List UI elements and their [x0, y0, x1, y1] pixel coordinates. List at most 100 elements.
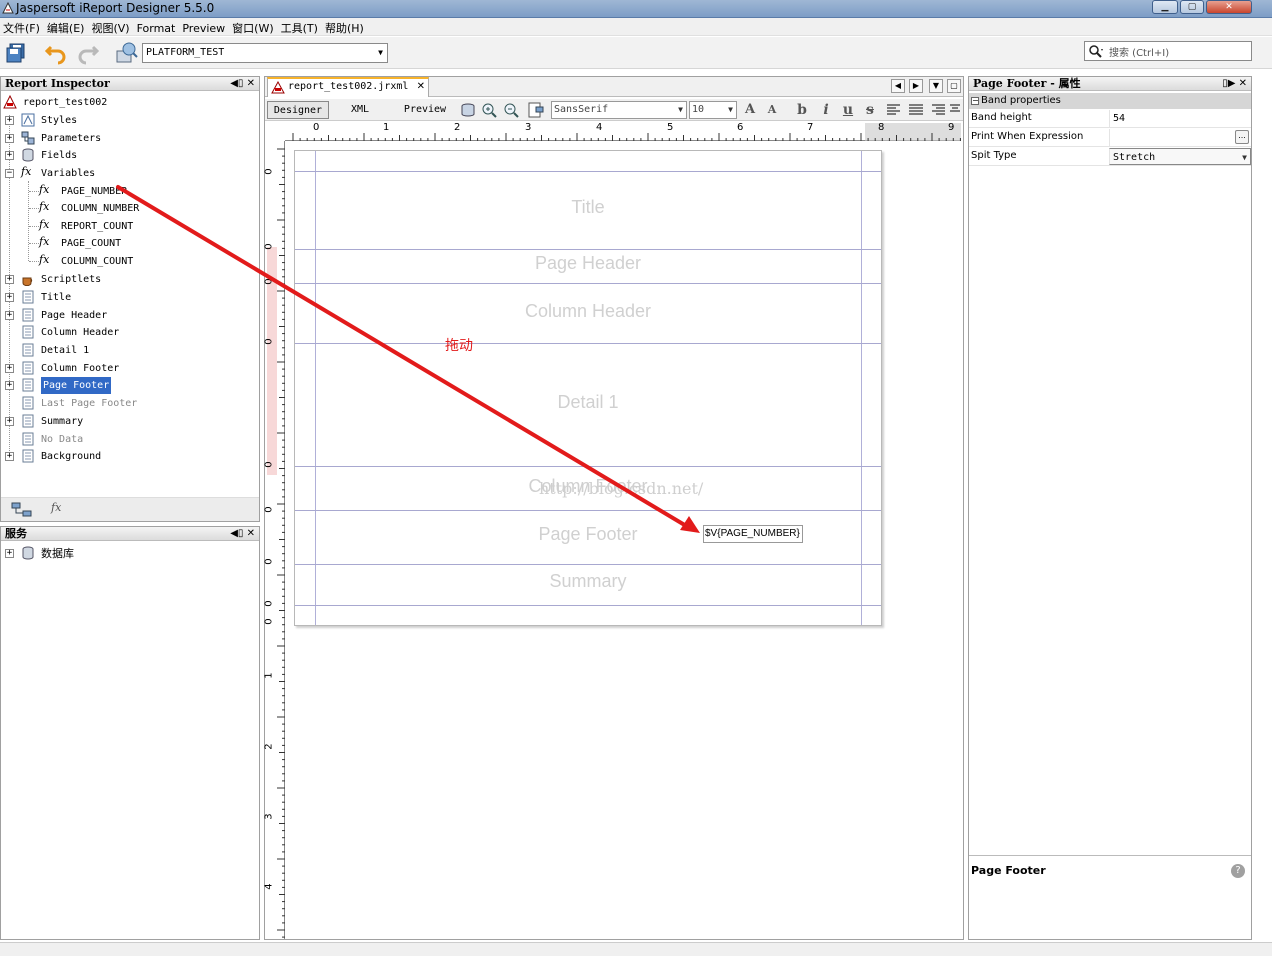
function-icon[interactable]: fx — [51, 501, 61, 514]
tree-label: PAGE_NUMBER — [61, 186, 128, 197]
search-input[interactable]: 搜索 (Ctrl+I) — [1084, 41, 1252, 61]
redo-icon[interactable] — [76, 41, 100, 65]
expand-icon[interactable]: + — [5, 293, 14, 302]
scroll-right-icon[interactable]: ▶ — [909, 79, 923, 93]
expand-icon[interactable]: + — [5, 134, 14, 143]
expand-icon[interactable]: + — [5, 275, 14, 284]
band-icon — [22, 325, 34, 339]
search-icon — [1089, 45, 1103, 58]
band-page-header: Page Header — [534, 253, 642, 273]
main-toolbar: PLATFORM_TEST ▼ 搜索 (Ctrl+I) — [0, 37, 1272, 69]
expand-icon[interactable]: + — [5, 311, 14, 320]
menu-help[interactable]: 帮助(H) — [322, 18, 368, 36]
ellipsis-button[interactable]: ... — [1235, 130, 1249, 144]
band-properties-category[interactable]: − Band properties — [969, 93, 1251, 109]
ruler-number: 0 — [313, 122, 320, 133]
band-separator[interactable] — [295, 249, 881, 250]
band-icon — [22, 290, 34, 304]
expand-icon[interactable]: + — [5, 417, 14, 426]
minimize-button[interactable]: ▁ — [1152, 0, 1178, 14]
design-canvas[interactable]: Title Page Header Column Header Detail 1… — [286, 142, 962, 939]
page-number-textfield[interactable]: $V{PAGE_NUMBER} — [703, 525, 803, 543]
panel-buttons[interactable]: ◀▯ ✕ — [230, 77, 255, 91]
close-button[interactable]: ✕ — [1206, 0, 1252, 14]
maximize-button[interactable]: ▢ — [1180, 0, 1204, 14]
font-family-select[interactable]: SansSerif ▼ — [551, 101, 687, 119]
band-separator[interactable] — [295, 466, 881, 467]
panel-buttons[interactable]: ▯▶ ✕ — [1222, 77, 1247, 91]
band-separator[interactable] — [295, 564, 881, 565]
panel-buttons[interactable]: ◀▯ ✕ — [230, 527, 255, 541]
tree-label: Column Header — [41, 327, 120, 338]
zoom-in-icon[interactable] — [481, 102, 499, 118]
save-all-icon[interactable] — [5, 41, 29, 65]
ruler-number: 0 — [263, 600, 275, 607]
band-separator — [295, 605, 881, 606]
datasource-icon[interactable] — [114, 41, 138, 65]
align-center-icon[interactable] — [949, 102, 961, 118]
align-justify-icon[interactable] — [907, 102, 925, 118]
band-separator[interactable] — [295, 510, 881, 511]
tree-line — [29, 208, 39, 209]
font-size-select[interactable]: 10 ▼ — [689, 101, 737, 119]
preview-icon[interactable] — [527, 102, 545, 118]
band-icon — [22, 361, 34, 375]
tab-preview[interactable]: Preview — [395, 101, 455, 119]
expand-icon[interactable]: + — [5, 116, 14, 125]
align-left-icon[interactable] — [885, 102, 903, 118]
styles-icon — [21, 113, 35, 127]
tab-xml[interactable]: XML — [335, 101, 385, 119]
band-height-value[interactable]: 54 — [1109, 110, 1251, 127]
prop-row-split-type[interactable]: Spit Type Stretch ▼ — [969, 148, 1251, 166]
bold-icon[interactable]: b — [793, 102, 811, 118]
report-page[interactable]: Title Page Header Column Header Detail 1… — [294, 150, 882, 626]
decrease-font-icon[interactable]: A — [763, 102, 781, 118]
services-title: 服务 — [5, 527, 27, 540]
connection-select[interactable]: PLATFORM_TEST ▼ — [142, 43, 388, 63]
tree-structure-icon[interactable] — [11, 502, 33, 518]
collapse-icon[interactable]: − — [971, 97, 979, 105]
maximize-icon[interactable]: ▢ — [947, 79, 961, 93]
menu-tools[interactable]: 工具(T) — [278, 18, 322, 36]
expand-icon[interactable]: + — [5, 452, 14, 461]
band-separator[interactable] — [295, 343, 881, 344]
print-when-value[interactable] — [1109, 129, 1251, 146]
vertical-ruler: 0 0 0 0 0 0 0 0 0 1 2 3 4 — [263, 141, 285, 939]
tab-designer[interactable]: Designer — [267, 101, 329, 119]
expand-icon[interactable]: + — [5, 549, 14, 558]
menu-preview[interactable]: Preview — [179, 20, 229, 35]
zoom-out-icon[interactable] — [503, 102, 521, 118]
inspector-header: Report Inspector ◀▯ ✕ — [1, 77, 259, 91]
band-icon — [22, 396, 34, 410]
menu-file[interactable]: 文件(F) — [0, 18, 44, 36]
collapse-icon[interactable]: − — [5, 169, 14, 178]
prop-row-band-height[interactable]: Band height 54 — [969, 110, 1251, 128]
band-icon — [22, 414, 34, 428]
italic-icon[interactable]: i — [817, 102, 835, 118]
undo-icon[interactable] — [44, 41, 68, 65]
tab-list-icon[interactable]: ▼ — [929, 79, 943, 93]
underline-icon[interactable]: u — [839, 102, 857, 118]
expand-icon[interactable]: + — [5, 381, 14, 390]
menu-view[interactable]: 视图(V) — [88, 18, 133, 36]
expand-icon[interactable]: + — [5, 364, 14, 373]
increase-font-icon[interactable]: A — [741, 102, 759, 118]
tree-label: Background — [41, 451, 102, 462]
band-summary: Summary — [549, 571, 627, 591]
menu-edit[interactable]: 编辑(E) — [44, 18, 89, 36]
help-icon[interactable]: ? — [1231, 864, 1245, 878]
strikethrough-icon[interactable]: s — [861, 102, 879, 118]
scroll-left-icon[interactable]: ◀ — [891, 79, 905, 93]
align-right-icon[interactable] — [929, 102, 947, 118]
tab-report-test002[interactable]: report_test002.jrxml ✕ — [267, 77, 429, 97]
menu-window[interactable]: 窗口(W) — [229, 18, 277, 36]
tree-label: Styles — [41, 115, 78, 126]
band-separator[interactable] — [295, 283, 881, 284]
ruler-number: 7 — [807, 122, 814, 133]
expand-icon[interactable]: + — [5, 151, 14, 160]
split-type-select[interactable]: Stretch ▼ — [1109, 148, 1251, 165]
prop-row-print-when[interactable]: Print When Expression ... — [969, 129, 1251, 147]
database-query-icon[interactable] — [459, 102, 477, 118]
menu-format[interactable]: Format — [134, 20, 180, 35]
close-icon[interactable]: ✕ — [417, 79, 425, 95]
